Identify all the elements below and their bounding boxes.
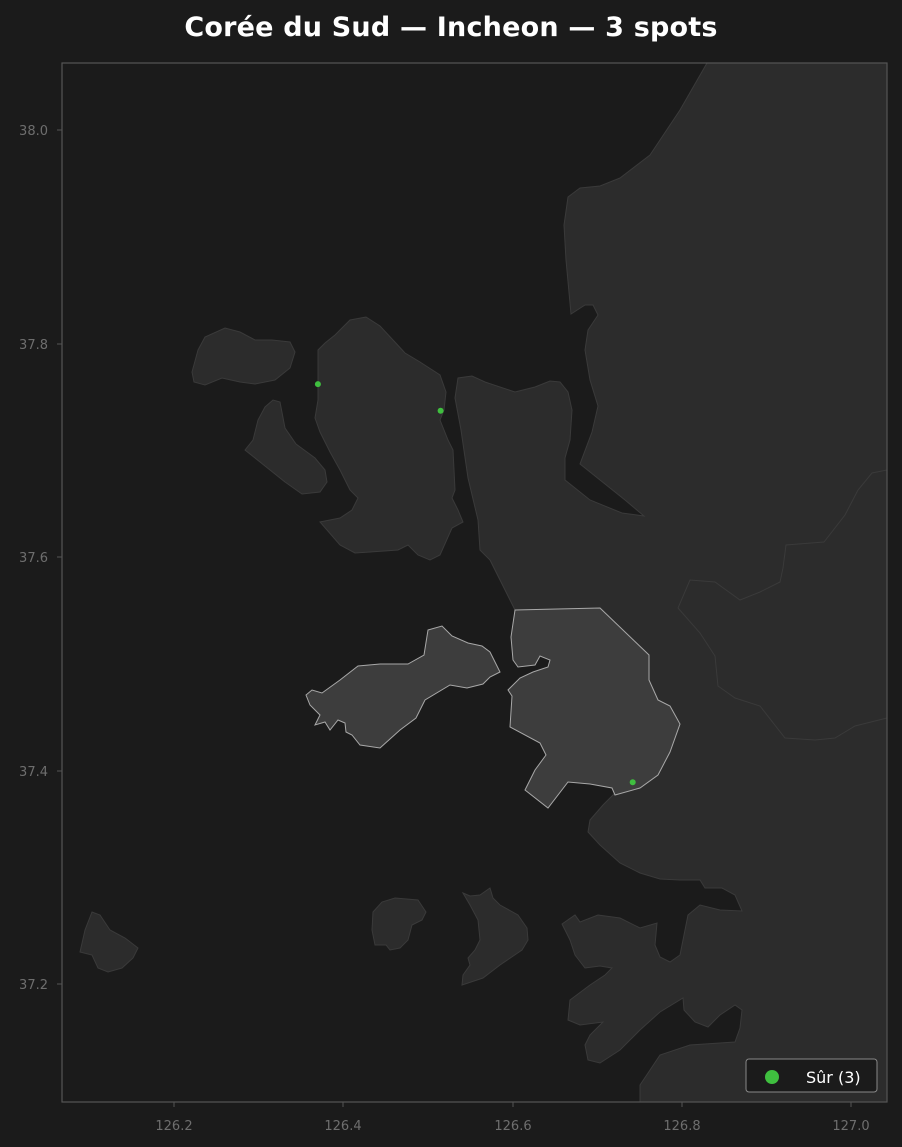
x-tick-label: 126.2 bbox=[155, 1119, 192, 1134]
y-tick-label: 37.4 bbox=[19, 765, 48, 780]
map-canvas: 126.2 126.4 126.6 126.8 127.0 38.0 37.8 … bbox=[19, 62, 888, 1134]
y-tick-label: 38.0 bbox=[19, 124, 48, 139]
x-tick-label: 127.0 bbox=[832, 1119, 869, 1134]
y-tick-label: 37.2 bbox=[19, 978, 48, 993]
legend-label-safe: Sûr (3) bbox=[806, 1068, 861, 1087]
circle-marker-icon bbox=[765, 1070, 779, 1084]
x-tick-label: 126.4 bbox=[324, 1119, 361, 1134]
legend: Sûr (3) bbox=[745, 1058, 878, 1093]
spot-marker[interactable] bbox=[314, 381, 321, 388]
spot-marker[interactable] bbox=[629, 779, 636, 786]
y-tick-label: 37.8 bbox=[19, 338, 48, 353]
spot-marker[interactable] bbox=[437, 407, 444, 414]
x-tick-label: 126.6 bbox=[494, 1119, 531, 1134]
x-tick-label: 126.8 bbox=[663, 1119, 700, 1134]
y-tick-label: 37.6 bbox=[19, 551, 48, 566]
